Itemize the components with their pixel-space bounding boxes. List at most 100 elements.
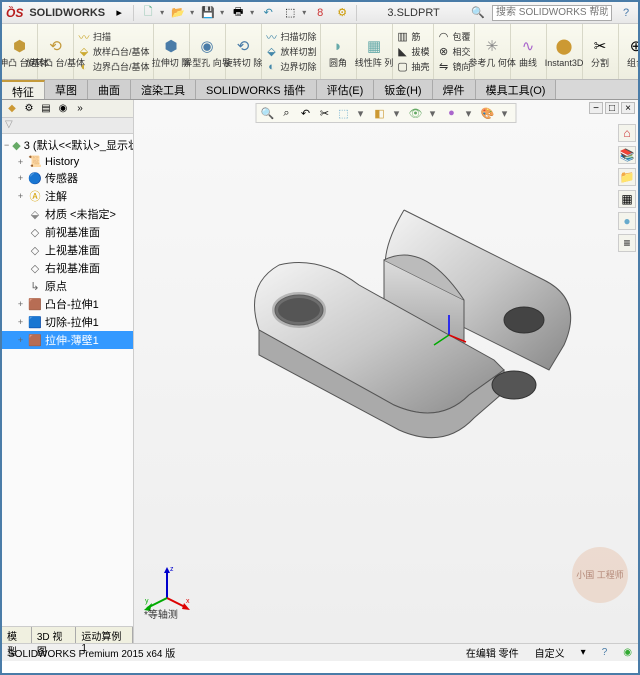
shell-button[interactable]: ▢抽壳 (396, 60, 430, 74)
graphics-area[interactable]: 🔍 ⌕ ↶ ✂ ⬚▾ ◧▾ 👁▾ ●▾ 🎨▾ − □ × ⌂ 📚 📁 ▦ ● ≡ (134, 100, 638, 643)
hide-show-icon[interactable]: 👁 (408, 105, 424, 121)
tree-item[interactable]: ◇上视基准面 (2, 241, 133, 259)
bottom-tabs: 模型3D 视图运动算例 1 (2, 626, 133, 643)
tab-5[interactable]: 评估(E) (317, 80, 375, 99)
draft-button[interactable]: ◣拔模 (396, 45, 430, 59)
tree-item[interactable]: +🔵传感器 (2, 169, 133, 187)
tree-item[interactable]: ↳原点 (2, 277, 133, 295)
appearance-icon[interactable]: 🎨 (480, 105, 496, 121)
ribbon-tabs: 特征草图曲面渲染工具SOLIDWORKS 插件评估(E)钣金(H)焊件模具工具(… (2, 80, 638, 100)
tab-8[interactable]: 模具工具(O) (476, 80, 557, 99)
save-icon[interactable]: 💾 (200, 5, 216, 21)
view-toolbar: 🔍 ⌕ ↶ ✂ ⬚▾ ◧▾ 👁▾ ●▾ 🎨▾ (256, 103, 517, 123)
fm-config-icon[interactable]: ⚙ (22, 102, 36, 116)
tree-item[interactable]: +🟫拉伸-薄壁1 (2, 331, 133, 349)
wrap-button[interactable]: ◠包覆 (437, 30, 471, 44)
tree-item[interactable]: ◇右视基准面 (2, 259, 133, 277)
fillet-button[interactable]: ◗圆角 (321, 24, 357, 79)
new-icon[interactable]: 🗋 (140, 5, 156, 21)
sidebar-toolbar: ◆ ⚙ ▤ ◉ » (2, 100, 133, 118)
fm-prop-icon[interactable]: ▤ (39, 102, 53, 116)
linear-pattern-button[interactable]: ▦线性阵 列 (357, 24, 393, 79)
tab-2[interactable]: 曲面 (88, 80, 131, 99)
design-lib-icon[interactable]: 📚 (618, 146, 636, 164)
viewport-close-icon[interactable]: × (621, 102, 635, 114)
tab-1[interactable]: 草图 (45, 80, 88, 99)
search-icon: 🔍 (470, 5, 486, 21)
instant3d-button[interactable]: ⬤Instant3D (547, 24, 583, 79)
loft-button[interactable]: ⬙放样凸台/基体 (77, 45, 150, 59)
intersect-button[interactable]: ⊗相交 (437, 45, 471, 59)
section-icon[interactable]: ✂ (317, 105, 333, 121)
viewport-controls: − □ × (589, 102, 635, 114)
viewport-max-icon[interactable]: □ (605, 102, 619, 114)
tree-item[interactable]: ⬙材质 <未指定> (2, 205, 133, 223)
view-orient-icon[interactable]: ⬚ (336, 105, 352, 121)
curves-button[interactable]: ∿曲线 (511, 24, 547, 79)
resources-icon[interactable]: ⌂ (618, 124, 636, 142)
tab-3[interactable]: 渲染工具 (131, 80, 196, 99)
tree-item[interactable]: +Ⓐ注解 (2, 187, 133, 205)
tab-7[interactable]: 焊件 (433, 80, 476, 99)
split-button[interactable]: ✂分割 (583, 24, 619, 79)
help-icon[interactable]: ? (618, 5, 634, 21)
document-title: 3.SLDPRT (363, 7, 464, 19)
extrude-boss-button[interactable]: ⬢拉伸凸 台/基体 (2, 24, 38, 79)
open-icon[interactable]: 📂 (170, 5, 186, 21)
boundary-button[interactable]: ◐边界凸台/基体 (77, 60, 150, 74)
options-icon[interactable]: ⚙ (334, 5, 350, 21)
app-name: SOLIDWORKS (29, 7, 105, 19)
menu-file-icon[interactable]: ▸ (111, 5, 127, 21)
select-icon[interactable]: ⬚ (282, 5, 298, 21)
side-tab-1[interactable]: 3D 视图 (32, 627, 77, 643)
tree-root[interactable]: −◆3 (默认<<默认>_显示状态 1>) (2, 136, 133, 154)
revolve-boss-button[interactable]: ⟲旋转凸 台/基体 (38, 24, 74, 79)
cut-boundary-button[interactable]: ◐边界切除 (265, 60, 317, 74)
help-search-input[interactable] (492, 5, 612, 21)
title-bar: ỒS SOLIDWORKS ▸ 🗋▾ 📂▾ 💾▾ 🖶▾ ↶ ⬚▾ 8 ⚙ 3.S… (2, 2, 638, 24)
version-label: SOLIDWORKS Premium 2015 x64 版 (8, 645, 175, 660)
ribbon: ⬢拉伸凸 台/基体 ⟲旋转凸 台/基体 〰扫描 ⬙放样凸台/基体 ◐边界凸台/基… (2, 24, 638, 80)
tree-item[interactable]: +📜History (2, 154, 133, 169)
viewport-min-icon[interactable]: − (589, 102, 603, 114)
side-tab-2[interactable]: 运动算例 1 (76, 627, 133, 643)
help-status-icon[interactable]: ? (602, 647, 608, 658)
sweep-button[interactable]: 〰扫描 (77, 30, 150, 44)
model-render (204, 170, 624, 520)
print-icon[interactable]: 🖶 (230, 5, 246, 21)
hole-wizard-button[interactable]: ◉异型孔 向导 (190, 24, 226, 79)
zoom-fit-icon[interactable]: 🔍 (260, 105, 276, 121)
scene-icon[interactable]: ● (444, 105, 460, 121)
display-style-icon[interactable]: ◧ (372, 105, 388, 121)
tab-6[interactable]: 钣金(H) (374, 80, 432, 99)
tree-item[interactable]: +🟦切除-拉伸1 (2, 313, 133, 331)
status-bar: SOLIDWORKS Premium 2015 x64 版 在编辑 零件 自定义… (2, 643, 638, 661)
fm-tree-icon[interactable]: ◆ (5, 102, 19, 116)
side-tab-0[interactable]: 模型 (2, 627, 32, 643)
undo-icon[interactable]: ↶ (260, 5, 276, 21)
fm-display-icon[interactable]: ◉ (56, 102, 70, 116)
cut-extrude-button[interactable]: ⬢拉伸切 除 (154, 24, 190, 79)
tab-4[interactable]: SOLIDWORKS 插件 (196, 80, 317, 99)
rib-button[interactable]: ▥筋 (396, 30, 430, 44)
tree-item[interactable]: +🟫凸台-拉伸1 (2, 295, 133, 313)
rebuild-icon[interactable]: 8 (312, 5, 328, 21)
mirror-button[interactable]: ⇋镜向 (437, 60, 471, 74)
tab-0[interactable]: 特征 (2, 80, 45, 99)
custom-label[interactable]: 自定义 (535, 645, 565, 660)
tree-item[interactable]: ◇前视基准面 (2, 223, 133, 241)
prev-view-icon[interactable]: ↶ (298, 105, 314, 121)
ref-geometry-button[interactable]: ✳参考几 何体 (475, 24, 511, 79)
edit-mode-label: 在编辑 零件 (466, 645, 519, 660)
zoom-area-icon[interactable]: ⌕ (279, 105, 295, 121)
cut-revolve-button[interactable]: ⟲旋转切 除 (226, 24, 262, 79)
rebuild-status-icon[interactable]: ◉ (623, 647, 632, 658)
app-logo: ỒS (6, 6, 23, 20)
cut-sweep-button[interactable]: 〰扫描切除 (265, 30, 317, 44)
fm-more-icon[interactable]: » (73, 102, 87, 116)
svg-text:z: z (170, 566, 174, 573)
cut-loft-button[interactable]: ⬙放样切割 (265, 45, 317, 59)
combine-button[interactable]: ⊕组合 (619, 24, 638, 79)
unit-system-icon[interactable]: ▾ (581, 647, 586, 658)
filter-bar[interactable]: ▽ (2, 118, 133, 134)
